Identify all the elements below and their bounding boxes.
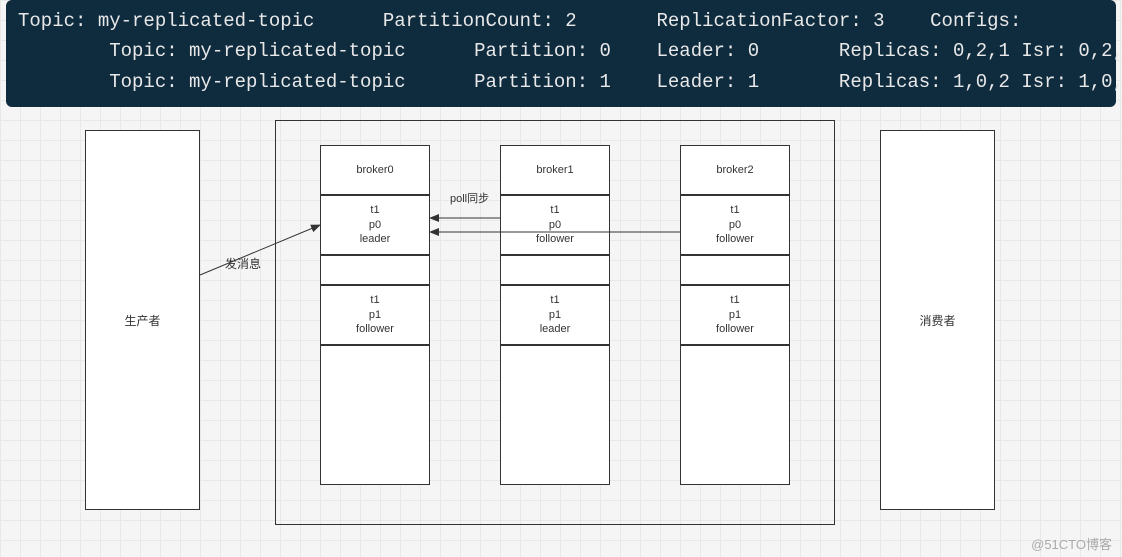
broker1-header: broker1 <box>500 145 610 195</box>
broker2-header: broker2 <box>680 145 790 195</box>
broker2-p1-text: t1 p1 follower <box>716 293 754 338</box>
broker0-label: broker0 <box>356 164 393 176</box>
broker1-p1: t1 p1 leader <box>500 285 610 345</box>
broker0-spacer <box>320 255 430 285</box>
producer-box: 生产者 <box>85 130 200 510</box>
broker1-tail <box>500 345 610 485</box>
broker1-label: broker1 <box>536 164 573 176</box>
broker0-header: broker0 <box>320 145 430 195</box>
producer-label: 生产者 <box>124 312 160 329</box>
watermark: @51CTO博客 <box>1031 534 1112 553</box>
consumer-box: 消费者 <box>880 130 995 510</box>
broker1-p0: t1 p0 follower <box>500 195 610 255</box>
broker1-spacer <box>500 255 610 285</box>
architecture-diagram: 生产者 broker0 t1 p0 leader t1 p1 follower … <box>0 110 1122 540</box>
broker2-p0-text: t1 p0 follower <box>716 203 754 248</box>
broker1-p0-text: t1 p0 follower <box>536 203 574 248</box>
broker0-p1: t1 p1 follower <box>320 285 430 345</box>
broker2-spacer <box>680 255 790 285</box>
broker0-tail <box>320 345 430 485</box>
broker0-p1-text: t1 p1 follower <box>356 293 394 338</box>
terminal-output: Topic: my-replicated-topic PartitionCoun… <box>6 0 1116 107</box>
broker2-label: broker2 <box>716 164 753 176</box>
broker2-p1: t1 p1 follower <box>680 285 790 345</box>
poll-sync-label: poll同步 <box>450 190 489 206</box>
broker0-p0-text: t1 p0 leader <box>360 203 391 248</box>
send-message-label: 发消息 <box>225 255 261 272</box>
broker0-p0: t1 p0 leader <box>320 195 430 255</box>
broker2-tail <box>680 345 790 485</box>
consumer-label: 消费者 <box>919 312 955 329</box>
broker2-p0: t1 p0 follower <box>680 195 790 255</box>
broker1-p1-text: t1 p1 leader <box>540 293 571 338</box>
